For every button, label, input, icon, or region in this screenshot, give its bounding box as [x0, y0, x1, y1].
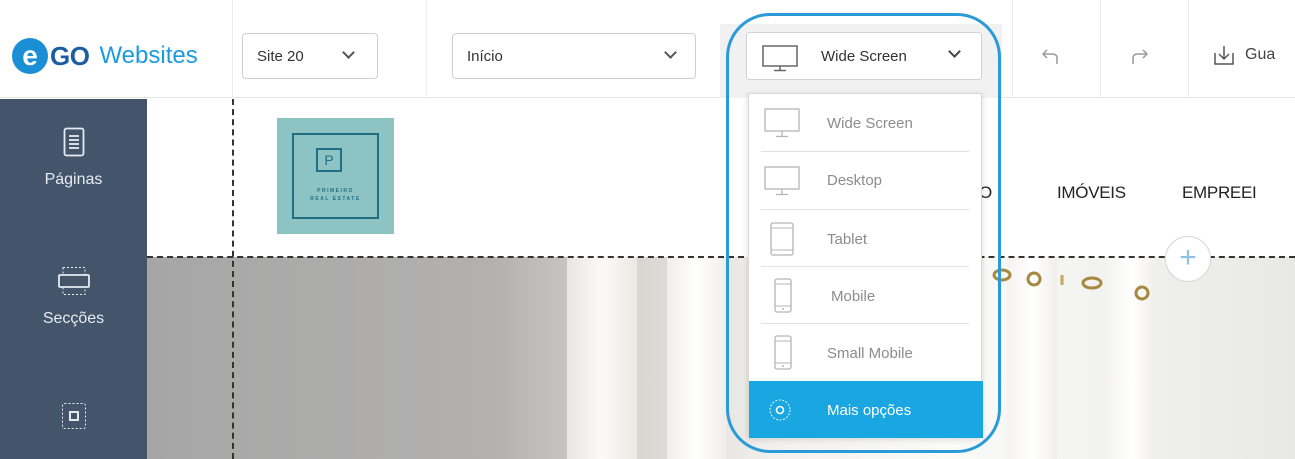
monitor-icon	[764, 165, 800, 195]
mobile-icon	[774, 277, 792, 313]
tablet-icon	[770, 221, 794, 256]
chevron-down-icon	[664, 46, 677, 59]
curtain-rings	[992, 268, 1150, 301]
toolbar-divider	[426, 0, 427, 98]
site-nav-item-imoveis[interactable]: IMÓVEIS	[1057, 183, 1126, 203]
left-sidebar: Páginas Secções	[0, 99, 147, 459]
pages-icon	[63, 127, 84, 157]
hero-image	[147, 257, 1295, 459]
save-button[interactable]: Gua	[1213, 44, 1275, 66]
device-select-value: Wide Screen	[821, 48, 907, 65]
elements-icon	[61, 403, 86, 429]
device-option-label: Desktop	[827, 172, 883, 189]
layout-guide-vertical	[232, 99, 234, 459]
sidebar-item-label: Páginas	[44, 171, 103, 188]
logo-go-text: GO	[50, 40, 90, 71]
device-option-desktop[interactable]: Desktop	[749, 152, 983, 209]
sidebar-item-pages[interactable]: Páginas	[0, 127, 147, 189]
device-option-tablet[interactable]: Tablet	[749, 210, 983, 267]
device-dropdown-menu: Wide Screen Desktop Tablet Mobile Small …	[748, 93, 983, 438]
gear-icon	[769, 398, 791, 421]
page-select[interactable]: Início	[452, 33, 696, 79]
monitor-icon	[764, 107, 800, 137]
device-option-label: Mais opções	[827, 402, 912, 419]
chevron-down-icon	[342, 46, 355, 59]
device-option-wide-screen[interactable]: Wide Screen	[749, 94, 983, 151]
redo-icon[interactable]	[1130, 48, 1150, 66]
device-option-label: Tablet	[827, 231, 868, 248]
toolbar-divider	[1100, 0, 1101, 98]
top-toolbar: e GO Websites Site 20 Início Wide Screen	[0, 0, 1295, 98]
site-logo[interactable]: P PRIMEIRO REAL ESTATE	[277, 118, 394, 234]
toolbar-divider	[1012, 0, 1013, 98]
toolbar-divider	[232, 0, 233, 98]
save-label: Gua	[1245, 46, 1276, 63]
logo-websites-text: Websites	[99, 42, 198, 69]
chevron-down-icon	[948, 45, 961, 58]
editor-canvas[interactable]: P PRIMEIRO REAL ESTATE O IMÓVEIS EMPREEI…	[147, 99, 1295, 459]
undo-icon[interactable]	[1040, 48, 1060, 66]
curtain-fold	[667, 257, 727, 459]
site-select-value: Site 20	[257, 47, 304, 65]
add-section-button[interactable]: +	[1165, 236, 1211, 282]
page-select-value: Início	[467, 47, 503, 65]
sidebar-item-sections[interactable]: Secções	[0, 266, 147, 328]
device-option-mobile[interactable]: Mobile	[749, 267, 983, 324]
site-nav-item-empreendimentos[interactable]: EMPREEI	[1182, 183, 1257, 203]
logo-e-mark: e	[12, 38, 48, 74]
site-select[interactable]: Site 20	[242, 33, 378, 79]
ego-websites-logo[interactable]: e GO Websites	[12, 36, 198, 76]
monitor-icon	[762, 45, 798, 72]
mobile-icon	[774, 334, 792, 370]
more-options-button[interactable]: Mais opções	[749, 381, 983, 438]
save-download-icon	[1214, 46, 1234, 65]
sidebar-item-label: Secções	[42, 310, 105, 327]
toolbar-divider	[1188, 0, 1189, 98]
curtain-fold	[567, 257, 637, 459]
logo-line-1: PRIMEIRO	[317, 188, 354, 194]
device-option-label: Small Mobile	[827, 345, 913, 362]
sections-icon	[57, 267, 90, 295]
logo-letter: P	[316, 148, 342, 172]
device-option-small-mobile[interactable]: Small Mobile	[749, 324, 983, 381]
sidebar-item-elements[interactable]	[0, 402, 147, 444]
logo-frame	[292, 133, 379, 219]
device-option-label: Mobile	[831, 288, 876, 305]
logo-line-2: REAL ESTATE	[310, 196, 361, 202]
layout-guide-horizontal	[147, 256, 1295, 258]
device-select[interactable]: Wide Screen	[746, 32, 982, 80]
device-option-label: Wide Screen	[827, 115, 913, 132]
